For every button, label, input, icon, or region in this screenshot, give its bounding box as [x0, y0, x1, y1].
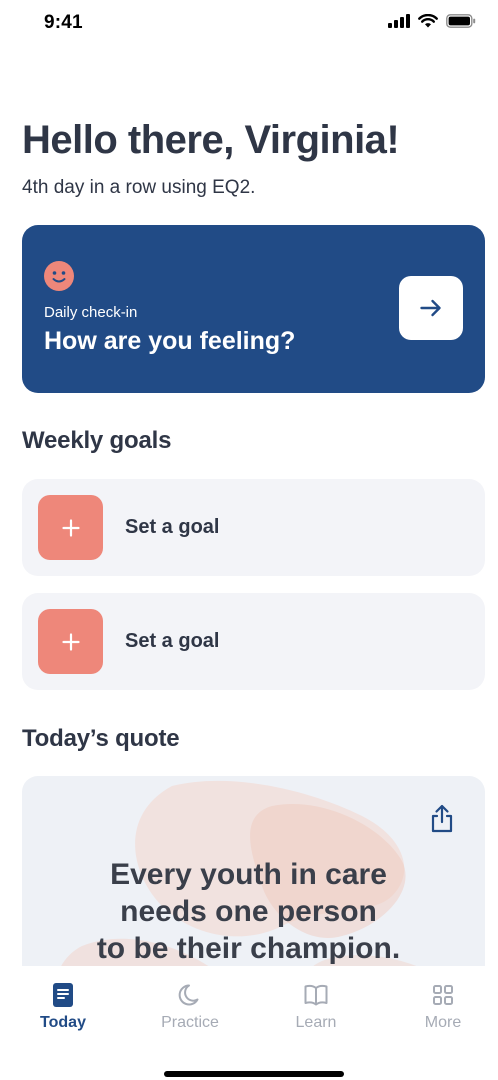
tab-learn[interactable]: Learn: [261, 982, 371, 1042]
tab-label: Learn: [295, 1014, 337, 1031]
set-goal-card[interactable]: Set a goal: [22, 593, 485, 690]
signal-icon: [388, 14, 410, 28]
add-goal-button[interactable]: [38, 609, 103, 674]
home-indicator[interactable]: [164, 1071, 344, 1077]
todays-quote-title: Today’s quote: [22, 725, 180, 752]
bottom-tab-bar: Today Practice Learn More: [0, 966, 498, 1080]
greeting-title: Hello there, Virginia!: [22, 118, 400, 162]
set-goal-card[interactable]: Set a goal: [22, 479, 485, 576]
checkin-title: How are you feeling?: [44, 327, 296, 355]
tab-today[interactable]: Today: [8, 982, 118, 1042]
add-goal-button[interactable]: [38, 495, 103, 560]
checkin-label: Daily check-in: [44, 304, 138, 321]
book-icon: [304, 984, 328, 1006]
status-icons: [388, 14, 476, 28]
plus-icon: [61, 632, 80, 651]
tab-practice[interactable]: Practice: [135, 982, 245, 1042]
plus-icon: [61, 518, 80, 537]
quote-line: needs one person: [120, 895, 377, 928]
arrow-right-icon: [420, 299, 441, 317]
tab-label: Practice: [161, 1014, 219, 1031]
grid-icon: [433, 985, 453, 1005]
share-icon[interactable]: [429, 804, 455, 834]
weekly-goals-title: Weekly goals: [22, 427, 172, 454]
streak-text: 4th day in a row using EQ2.: [22, 177, 256, 198]
goal-label: Set a goal: [125, 516, 220, 538]
wifi-icon: [418, 14, 438, 28]
quote-text: Every youth in care needs one person to …: [22, 856, 475, 967]
smiley-face-icon: [44, 261, 74, 291]
status-bar: 9:41: [0, 0, 498, 48]
quote-line: to be their champion.: [96, 932, 401, 965]
tab-label: Today: [40, 1014, 86, 1031]
goal-label: Set a goal: [125, 630, 220, 652]
tab-label: More: [424, 1014, 462, 1031]
moon-icon: [178, 984, 199, 1006]
battery-icon: [446, 14, 476, 28]
daily-checkin-card[interactable]: Daily check-in How are you feeling?: [22, 225, 485, 393]
status-time: 9:41: [44, 12, 83, 33]
quote-line: Every youth in care: [110, 858, 387, 891]
tab-more[interactable]: More: [388, 982, 498, 1042]
journal-icon: [53, 983, 73, 1007]
checkin-arrow-button[interactable]: [399, 276, 463, 340]
